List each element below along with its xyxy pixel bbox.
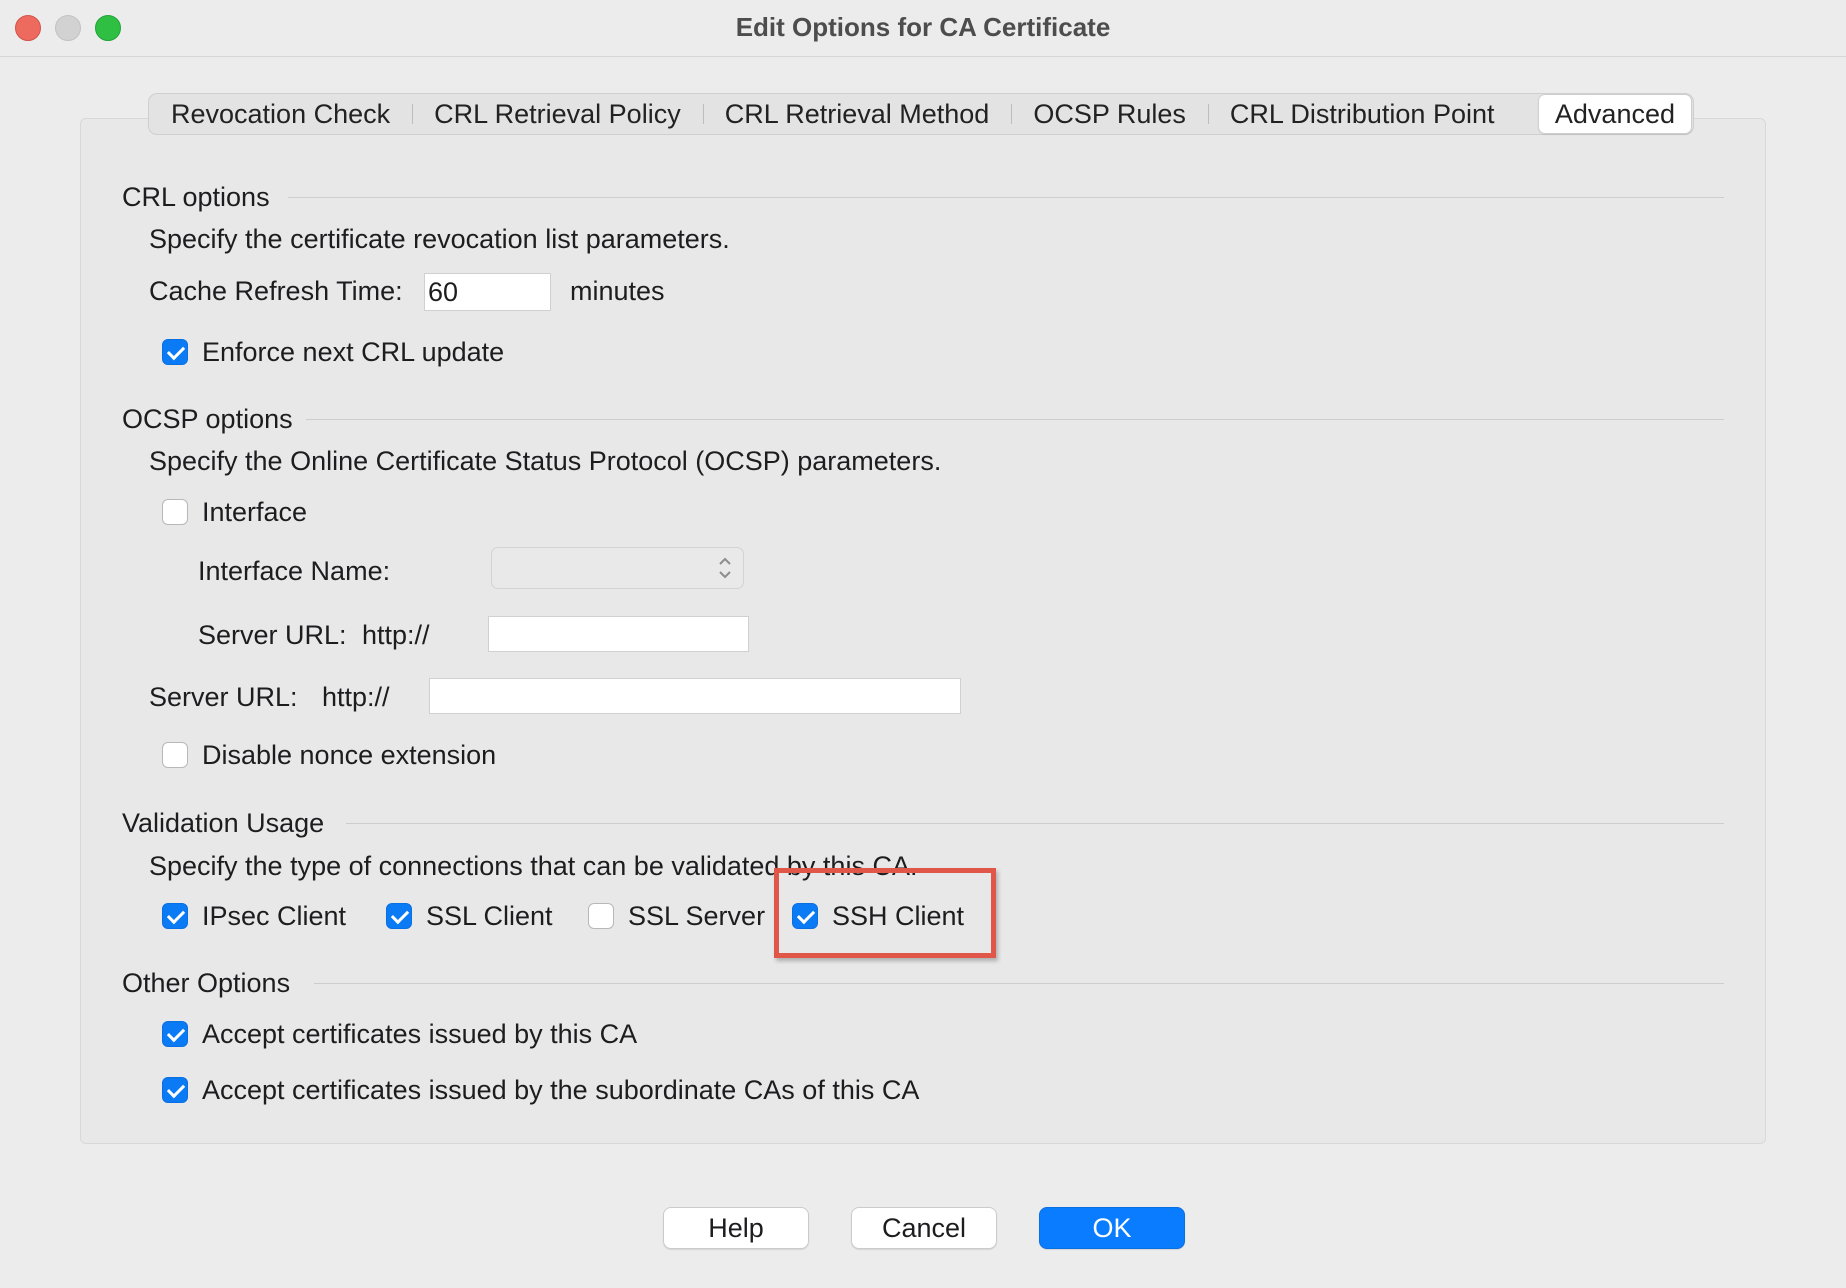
ssl-server-checkbox[interactable] <box>588 903 614 929</box>
crl-options-heading: CRL options <box>122 182 270 212</box>
dialog-window: Edit Options for CA Certificate Revocati… <box>0 0 1846 1288</box>
cache-refresh-unit-label: minutes <box>570 276 665 306</box>
title-bar: Edit Options for CA Certificate <box>0 0 1846 57</box>
tab-advanced[interactable]: Advanced <box>1537 94 1692 134</box>
interface-server-url-prefix: http:// <box>362 620 430 650</box>
server-url-label: Server URL: <box>149 682 298 712</box>
tab-bar: Revocation Check CRL Retrieval Policy CR… <box>148 93 1694 135</box>
ipsec-client-checkbox[interactable] <box>162 903 188 929</box>
ocsp-options-description: Specify the Online Certificate Status Pr… <box>149 446 942 476</box>
ok-button[interactable]: OK <box>1039 1207 1185 1249</box>
accept-subordinate-ca-certificates-checkbox[interactable] <box>162 1077 188 1103</box>
interface-server-url-input[interactable] <box>488 616 749 652</box>
ipsec-client-label[interactable]: IPsec Client <box>202 901 346 932</box>
chevron-updown-icon <box>719 557 731 579</box>
disable-nonce-extension-checkbox[interactable] <box>162 742 188 768</box>
accept-ca-certificates-checkbox[interactable] <box>162 1021 188 1047</box>
ssl-client-label[interactable]: SSL Client <box>426 901 553 932</box>
help-button[interactable]: Help <box>663 1207 809 1249</box>
tab-ocsp-rules[interactable]: OCSP Rules <box>1011 95 1208 133</box>
tab-revocation-check[interactable]: Revocation Check <box>149 95 412 133</box>
other-options-heading: Other Options <box>122 968 291 998</box>
server-url-prefix: http:// <box>322 682 390 712</box>
crl-options-divider <box>288 197 1724 198</box>
validation-usage-heading: Validation Usage <box>122 808 325 838</box>
disable-nonce-extension-label[interactable]: Disable nonce extension <box>202 740 496 771</box>
window-title: Edit Options for CA Certificate <box>735 12 1111 42</box>
enforce-next-crl-update-label[interactable]: Enforce next CRL update <box>202 337 504 368</box>
interface-name-select[interactable] <box>491 547 744 589</box>
accept-ca-certificates-label[interactable]: Accept certificates issued by this CA <box>202 1019 637 1050</box>
validation-usage-divider <box>346 823 1724 824</box>
interface-name-label: Interface Name: <box>198 556 391 586</box>
ssl-client-checkbox[interactable] <box>386 903 412 929</box>
ssh-client-highlight-box <box>774 868 996 958</box>
other-options-divider <box>314 983 1724 984</box>
tab-crl-retrieval-policy[interactable]: CRL Retrieval Policy <box>412 95 703 133</box>
ocsp-interface-label[interactable]: Interface <box>202 497 307 528</box>
cache-refresh-time-input[interactable]: 60 <box>424 273 551 311</box>
server-url-input[interactable] <box>429 678 961 714</box>
tab-crl-retrieval-method[interactable]: CRL Retrieval Method <box>702 95 1012 133</box>
ocsp-options-divider <box>306 419 1724 420</box>
accept-subordinate-ca-certificates-label[interactable]: Accept certificates issued by the subord… <box>202 1075 919 1106</box>
cache-refresh-time-label: Cache Refresh Time: <box>149 276 403 306</box>
ocsp-interface-checkbox[interactable] <box>162 499 188 525</box>
enforce-next-crl-update-checkbox[interactable] <box>162 339 188 365</box>
crl-options-description: Specify the certificate revocation list … <box>149 224 730 254</box>
interface-server-url-label: Server URL: <box>198 620 347 650</box>
ocsp-options-heading: OCSP options <box>122 404 293 434</box>
cancel-button[interactable]: Cancel <box>851 1207 997 1249</box>
ssl-server-label[interactable]: SSL Server <box>628 901 765 932</box>
tab-crl-distribution-point[interactable]: CRL Distribution Point <box>1207 95 1517 133</box>
